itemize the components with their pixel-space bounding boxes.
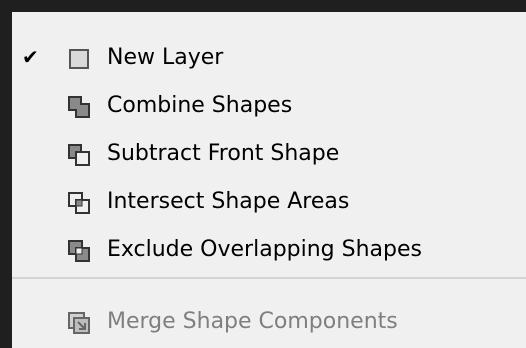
menu-item-label: Subtract Front Shape <box>107 141 340 166</box>
subtract-front-shape-icon <box>66 142 92 168</box>
menu-item-merge-shape-components[interactable]: Merge Shape Components <box>12 298 526 346</box>
menu-item-subtract-front-shape[interactable]: Subtract Front Shape <box>12 130 526 178</box>
menu-item-label: Exclude Overlapping Shapes <box>107 237 422 262</box>
intersect-shape-areas-icon <box>66 190 92 216</box>
menu-item-intersect-shape-areas[interactable]: Intersect Shape Areas <box>12 178 526 226</box>
combine-shapes-icon <box>66 94 92 120</box>
merge-shape-components-icon <box>66 310 92 336</box>
menu-item-label: Merge Shape Components <box>107 309 398 334</box>
menu-item-label: New Layer <box>107 45 224 70</box>
new-layer-icon <box>66 46 92 72</box>
menu-item-exclude-overlapping-shapes[interactable]: Exclude Overlapping Shapes <box>12 226 526 274</box>
shape-operations-menu: ✔ New Layer Combine Shapes Subtract Fron… <box>12 12 526 348</box>
menu-item-label: Combine Shapes <box>107 93 293 118</box>
menu-item-combine-shapes[interactable]: Combine Shapes <box>12 82 526 130</box>
exclude-overlapping-shapes-icon <box>66 238 92 264</box>
menu-separator <box>12 277 526 279</box>
menu-item-label: Intersect Shape Areas <box>107 189 350 214</box>
checkmark-icon: ✔ <box>22 45 39 69</box>
menu-item-new-layer[interactable]: ✔ New Layer <box>12 34 526 82</box>
